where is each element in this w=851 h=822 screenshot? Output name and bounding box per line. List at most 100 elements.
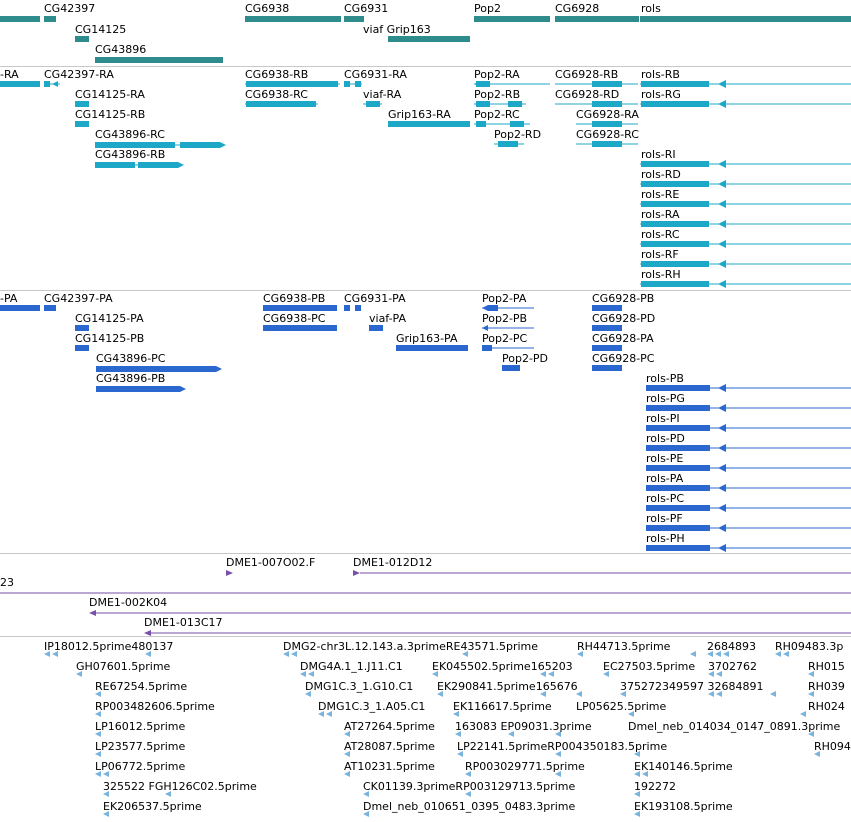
transcript-label[interactable]: Pop2-RC [474, 108, 520, 121]
est-label[interactable]: LP06772.5prime [95, 760, 185, 773]
est-label[interactable]: LP23577.5prime [95, 740, 185, 753]
gene-label[interactable]: CG6938 [245, 2, 289, 15]
est-label[interactable]: AT27264.5prime [344, 720, 435, 733]
cds-label[interactable]: viaf-PA [369, 312, 406, 325]
est-label[interactable]: DMG2-chr3L.12.143.a.3primeRE43571.5prime [283, 640, 538, 653]
transcript-label[interactable]: rols-RC [641, 228, 680, 241]
cds-label[interactable]: CG6928-PD [592, 312, 655, 325]
est-label[interactable]: EC27503.5prime [603, 660, 695, 673]
transcript-label[interactable]: CG6931-RA [344, 68, 407, 81]
clone-label[interactable]: DME1-007O02.F [226, 556, 315, 569]
est-label[interactable]: 163083 EP09031.3prime [455, 720, 592, 733]
transcript-label[interactable]: CG43896-RB [95, 148, 165, 161]
cds-label[interactable]: Pop2-PD [502, 352, 548, 365]
est-label[interactable]: DMG4A.1_1.J11.C1 [300, 660, 403, 673]
est-label[interactable]: CK01139.3primeRP003129713.5prime [363, 780, 575, 793]
est-label[interactable]: EK045502.5prime165203 [432, 660, 573, 673]
est-label[interactable]: LP16012.5prime [95, 720, 185, 733]
cds-label[interactable]: CG14125-PA [75, 312, 144, 325]
cds-label[interactable]: rols-PA [646, 472, 683, 485]
est-label[interactable]: RH094 [814, 740, 851, 753]
transcript-label[interactable]: rols-RF [641, 248, 679, 261]
est-label[interactable]: LP05625.5prime [576, 700, 666, 713]
est-label[interactable]: EK140146.5prime [634, 760, 733, 773]
est-label[interactable]: GH07601.5prime [76, 660, 170, 673]
est-label[interactable]: RP003029771.5prime [465, 760, 585, 773]
est-label[interactable]: RE67254.5prime [95, 680, 187, 693]
gene-label[interactable]: rols [641, 2, 661, 15]
est-label[interactable]: 3702762 [708, 660, 757, 673]
cds-label[interactable]: CG43896-PC [96, 352, 165, 365]
est-label[interactable]: EK290841.5prime165676 [437, 680, 578, 693]
cds-label[interactable]: rols-PB [646, 372, 684, 385]
cds-label[interactable]: CG14125-PB [75, 332, 144, 345]
transcript-label[interactable]: rols-RI [641, 148, 676, 161]
cds-label[interactable]: CG6938-PB [263, 292, 325, 305]
transcript-label[interactable]: CG14125-RA [75, 88, 145, 101]
cds-label[interactable]: Pop2-PB [482, 312, 527, 325]
transcript-label[interactable]: rols-RB [641, 68, 680, 81]
est-label[interactable]: DMG1C.3_1.G10.C1 [305, 680, 413, 693]
transcript-label[interactable]: Pop2-RA [474, 68, 520, 81]
est-label[interactable]: RH039 [808, 680, 845, 693]
transcript-label[interactable]: CG43896-RC [95, 128, 165, 141]
cds-label[interactable]: rols-PH [646, 532, 685, 545]
gene-label[interactable]: CG14125 [75, 23, 126, 36]
transcript-label[interactable]: rols-RG [641, 88, 681, 101]
cds-label[interactable]: rols-PE [646, 452, 683, 465]
cds-label[interactable]: rols-PC [646, 492, 684, 505]
est-label[interactable]: IP18012.5prime480137 [44, 640, 173, 653]
est-label[interactable]: AT10231.5prime [344, 760, 435, 773]
gene-label[interactable]: CG6931 [344, 2, 388, 15]
est-label[interactable]: LP22141.5primeRP004350183.5prime [457, 740, 667, 753]
est-label[interactable]: 192272 [634, 780, 676, 793]
cds-label[interactable]: rols-PI [646, 412, 680, 425]
est-label[interactable]: RH09483.3p [775, 640, 843, 653]
est-label[interactable]: DMG1C.3_1.A05.C1 [318, 700, 425, 713]
clone-label[interactable]: 23 [0, 576, 14, 589]
cds-label[interactable]: CG43896-PB [96, 372, 165, 385]
transcript-label[interactable]: rols-RD [641, 168, 681, 181]
est-label[interactable]: 325522 FGH126C02.5prime [103, 780, 257, 793]
est-label[interactable]: RP003482606.5prime [95, 700, 215, 713]
cds-label[interactable]: Pop2-PA [482, 292, 526, 305]
est-label[interactable]: RH44713.5prime [577, 640, 670, 653]
transcript-label[interactable]: CG14125-RB [75, 108, 145, 121]
cds-label[interactable]: CG6928-PA [592, 332, 654, 345]
clone-label[interactable]: DME1-002K04 [89, 596, 167, 609]
cds-label[interactable]: rols-PD [646, 432, 685, 445]
transcript-label[interactable]: viaf-RA [363, 88, 401, 101]
cds-label[interactable]: rols-PF [646, 512, 683, 525]
transcript-label[interactable]: Pop2-RB [474, 88, 520, 101]
cds-label[interactable]: CG6928-PB [592, 292, 654, 305]
cds-label[interactable]: Pop2-PC [482, 332, 527, 345]
transcript-label[interactable]: Grip163-RA [388, 108, 451, 121]
est-label[interactable]: EK116617.5prime [453, 700, 552, 713]
transcript-label[interactable]: rols-RA [641, 208, 680, 221]
gene-label[interactable]: Pop2 [474, 2, 501, 15]
cds-label[interactable]: rols-PG [646, 392, 685, 405]
est-label[interactable]: RH015 [808, 660, 845, 673]
est-label[interactable]: RH024 [808, 700, 845, 713]
est-label[interactable]: EK193108.5prime [634, 800, 733, 813]
est-label[interactable]: AT28087.5prime [344, 740, 435, 753]
clone-label[interactable]: DME1-012D12 [353, 556, 432, 569]
transcript-label[interactable]: CG6928-RB [555, 68, 618, 81]
est-label[interactable]: 375272349597 32684891 [620, 680, 763, 693]
gene-label[interactable]: CG43896 [95, 43, 146, 56]
cds-label[interactable]: -PA [0, 292, 17, 305]
transcript-label[interactable]: rols-RE [641, 188, 679, 201]
gene-label[interactable]: CG42397 [44, 2, 95, 15]
est-label[interactable]: Dmel_neb_010651_0395_0483.3prime [363, 800, 575, 813]
transcript-label[interactable]: CG6938-RB [245, 68, 308, 81]
est-label[interactable]: Dmel_neb_014034_0147_0891.3prime [628, 720, 840, 733]
cds-label[interactable]: CG42397-PA [44, 292, 113, 305]
clone-label[interactable]: DME1-013C17 [144, 616, 223, 629]
transcript-label[interactable]: CG6928-RC [576, 128, 639, 141]
transcript-label[interactable]: CG6928-RD [555, 88, 619, 101]
cds-label[interactable]: CG6928-PC [592, 352, 654, 365]
transcript-label[interactable]: CG6938-RC [245, 88, 308, 101]
gene-label[interactable]: CG6928 [555, 2, 599, 15]
transcript-label[interactable]: -RA [0, 68, 19, 81]
est-label[interactable]: 2684893 [707, 640, 756, 653]
